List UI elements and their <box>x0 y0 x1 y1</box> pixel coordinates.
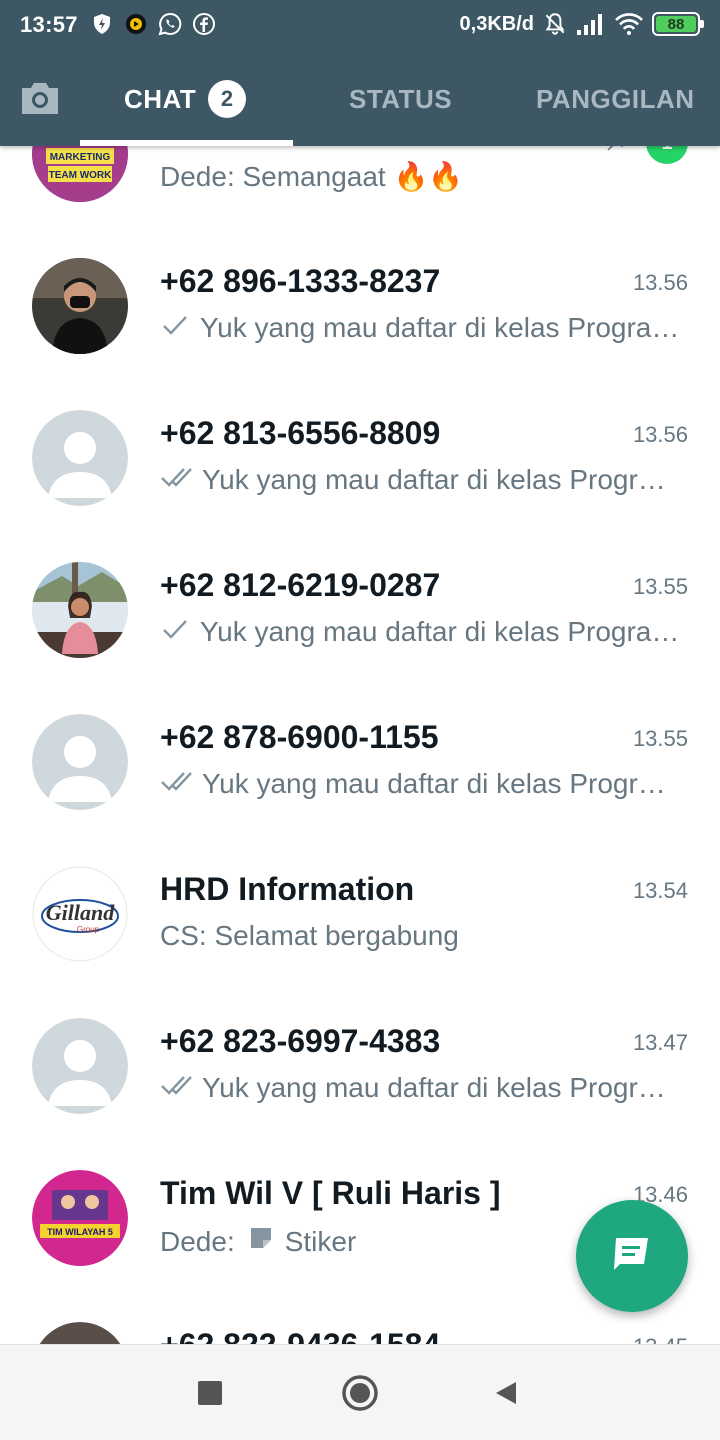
avatar-gilland-sub: Group <box>77 925 100 934</box>
chat-preview: Dede: Semangaat 🔥🔥 <box>160 160 680 193</box>
default-avatar-icon[interactable] <box>32 714 128 810</box>
chat-preview-text: Yuk yang mau daftar di kelas Programming <box>200 312 680 343</box>
chat-row[interactable]: +62 812-6219-0287 13.55 Yuk yang mau daf… <box>0 562 720 714</box>
back-triangle-icon[interactable] <box>482 1369 530 1417</box>
chat-name: +62 896-1333-8237 <box>160 263 441 299</box>
navigation-bar <box>0 1344 720 1440</box>
new-chat-icon <box>610 1234 654 1279</box>
tab-status[interactable]: STATUS <box>349 84 452 115</box>
avatar[interactable] <box>32 1322 128 1344</box>
chat-preview: Yuk yang mau daftar di kelas Programming <box>160 768 680 800</box>
battery-level: 88 <box>656 16 696 33</box>
avatar-timwilayah-text: TIM WILAYAH 5 <box>47 1227 113 1237</box>
whatsapp-icon <box>158 12 182 36</box>
preview-sender: Dede: <box>160 1225 235 1257</box>
chat-preview-text: Yuk yang mau daftar di kelas Programming <box>200 616 680 647</box>
shield-bolt-icon <box>90 12 114 36</box>
double-check-icon <box>160 768 196 800</box>
chat-preview-text: Dede: Semangaat 🔥🔥 <box>160 161 464 192</box>
double-check-icon <box>160 1072 196 1104</box>
chat-row[interactable]: +62 813-6556-8809 13.56 Yuk yang mau daf… <box>0 410 720 562</box>
tab-chat[interactable]: CHAT 2 <box>124 80 247 118</box>
chat-time: 13.56 <box>632 422 688 447</box>
avatar-marketing-text: MARKETING <box>50 152 111 163</box>
chat-name: +62 813-6556-8809 <box>160 415 441 451</box>
status-right: 0,3KB/d 88 <box>459 11 704 37</box>
single-check-icon <box>160 312 194 344</box>
network-speed: 0,3KB/d <box>459 12 534 35</box>
chat-preview-text: Yuk yang mau daftar di kelas Programming <box>202 464 680 495</box>
chat-time: 13.56 <box>632 270 688 295</box>
chat-preview-text: Stiker <box>284 1225 357 1257</box>
chat-name: HRD Information <box>160 871 415 907</box>
chat-preview: Yuk yang mau daftar di kelas Programming <box>160 312 680 344</box>
chat-time: 13.45 <box>633 1334 688 1344</box>
signal-icon <box>576 12 606 36</box>
new-chat-button[interactable] <box>576 1200 688 1312</box>
chat-row[interactable]: +62 822-9436-1584 13.45 <box>0 1322 720 1344</box>
chat-name: +62 822-9436-1584 <box>160 1327 440 1344</box>
chat-time: 13.54 <box>632 878 688 903</box>
single-check-icon <box>160 616 194 648</box>
chat-preview: Yuk yang mau daftar di kelas Programming <box>160 464 680 496</box>
recents-square-icon[interactable] <box>186 1369 234 1417</box>
status-bar: 13:57 0,3KB/d 88 <box>0 0 720 50</box>
tab-indicator <box>80 140 293 146</box>
avatar[interactable]: Gilland Group <box>32 866 128 962</box>
chat-preview-text: CS: Selamat bergabung <box>160 920 459 951</box>
home-circle-icon[interactable] <box>336 1369 384 1417</box>
tab-bar: CHAT 2 STATUS PANGGILAN <box>0 50 720 146</box>
wifi-icon <box>614 12 644 36</box>
tab-chat-label: CHAT <box>124 83 197 114</box>
camera-icon[interactable] <box>18 78 62 118</box>
chat-row[interactable]: +62 823-6997-4383 13.47 Yuk yang mau daf… <box>0 1018 720 1170</box>
chat-row[interactable]: +62 896-1333-8237 13.56 Yuk yang mau daf… <box>0 258 720 410</box>
chat-row[interactable]: Gilland Group HRD Information 13.54 CS: … <box>0 866 720 1018</box>
tab-chat-badge: 2 <box>208 80 247 118</box>
chat-preview: CS: Selamat bergabung <box>160 920 680 952</box>
status-left-icons <box>90 12 216 36</box>
tab-calls[interactable]: PANGGILAN <box>536 84 695 115</box>
chat-name: +62 823-6997-4383 <box>160 1023 441 1059</box>
sticker-icon <box>247 1224 275 1259</box>
chat-time: 13.55 <box>632 574 688 599</box>
chat-name: Tim Wil V [ Ruli Haris ] <box>160 1175 501 1211</box>
chat-list: MARKETING TEAM WORK Dede: Semangaat 🔥🔥 1 <box>0 0 720 1344</box>
chat-preview: Yuk yang mau daftar di kelas Programming <box>160 616 680 648</box>
status-time: 13:57 <box>20 12 78 37</box>
default-avatar-icon[interactable] <box>32 410 128 506</box>
avatar-teamwork-text: TEAM WORK <box>49 170 113 181</box>
avatar[interactable] <box>32 562 128 658</box>
mute-bell-icon <box>542 11 568 37</box>
avatar-gilland-text: Gilland <box>46 900 115 925</box>
chat-name: +62 878-6900-1155 <box>160 719 439 755</box>
chat-time: 13.55 <box>632 726 688 751</box>
facebook-icon <box>192 12 216 36</box>
chat-time: 13.47 <box>632 1030 688 1055</box>
chat-preview-text: Yuk yang mau daftar di kelas Programming <box>202 768 680 799</box>
chat-row[interactable]: +62 878-6900-1155 13.55 Yuk yang mau daf… <box>0 714 720 866</box>
battery-icon: 88 <box>652 12 704 36</box>
chat-preview: Yuk yang mau daftar di kelas Programming <box>160 1072 680 1104</box>
app-header: 13:57 0,3KB/d 88 CHAT 2 STATUS PANGGILAN <box>0 0 720 146</box>
avatar[interactable]: TIM WILAYAH 5 <box>32 1170 128 1266</box>
avatar[interactable] <box>32 258 128 354</box>
chat-name: +62 812-6219-0287 <box>160 567 441 603</box>
chat-preview-text: Yuk yang mau daftar di kelas Programming <box>202 1072 680 1103</box>
app-notification-icon <box>124 12 148 36</box>
default-avatar-icon[interactable] <box>32 1018 128 1114</box>
double-check-icon <box>160 464 196 496</box>
